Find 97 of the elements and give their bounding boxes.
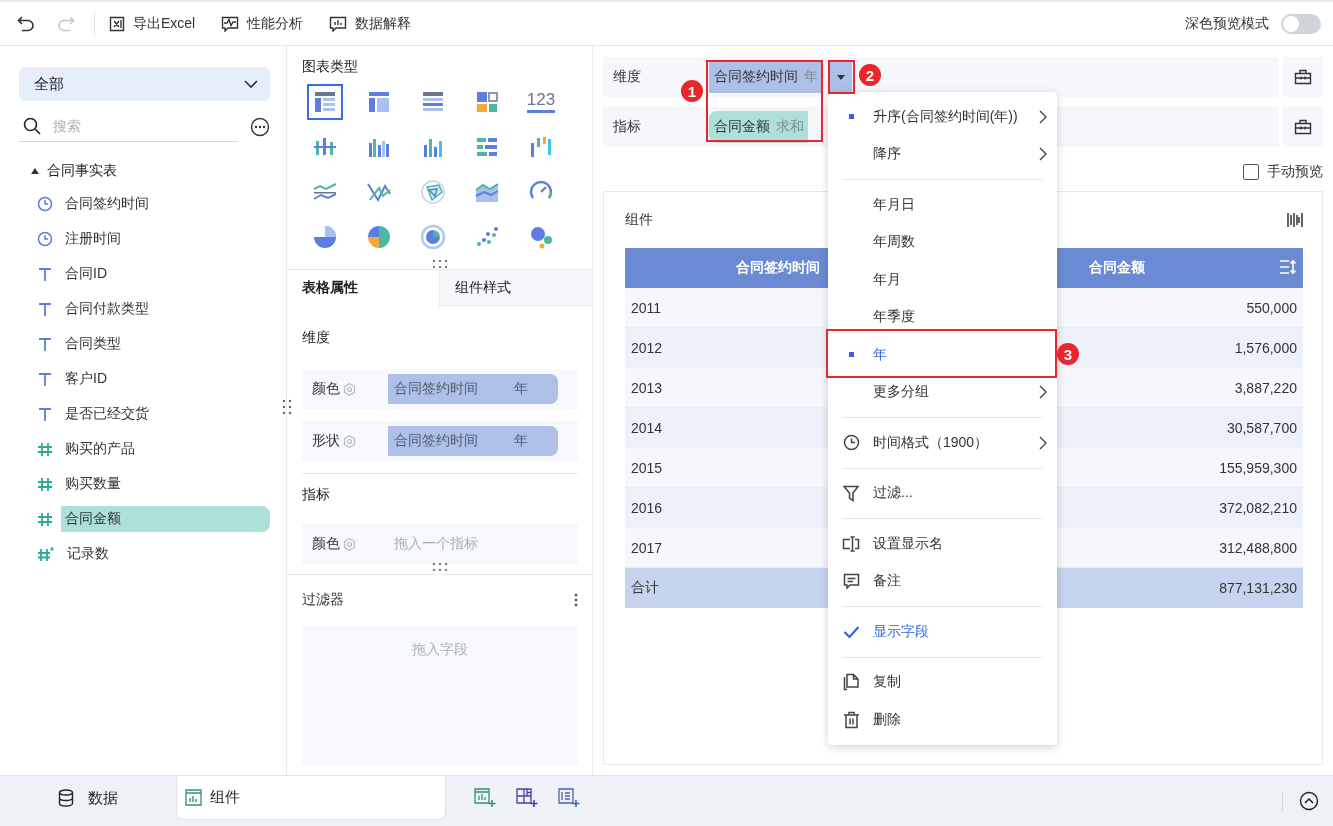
kebab-menu-icon[interactable] <box>574 593 578 607</box>
toolbox-button[interactable] <box>1283 107 1323 147</box>
hash-icon <box>37 440 53 457</box>
check-icon <box>842 624 860 639</box>
drag-handle-icon[interactable] <box>431 259 448 269</box>
field-item[interactable]: 记录数 <box>63 540 270 567</box>
clock-icon <box>842 434 860 452</box>
search-icon <box>23 117 41 135</box>
trash-icon <box>842 710 860 729</box>
clock-icon <box>37 230 53 247</box>
rename-icon <box>842 535 860 552</box>
section-title: 图表类型 <box>301 57 359 76</box>
widget-title: 组件 <box>625 211 653 229</box>
text-type-icon <box>37 405 53 422</box>
more-icon[interactable] <box>250 116 270 137</box>
database-icon <box>58 789 74 807</box>
performance-chart-icon <box>221 15 240 32</box>
chart-type-icon <box>419 178 447 206</box>
toolbar-button[interactable]: 性能分析 <box>221 14 304 33</box>
field-item[interactable]: 合同签约时间 <box>61 190 270 217</box>
field-item[interactable]: 注册时间 <box>61 225 270 252</box>
search-field[interactable]: 搜索 <box>51 117 205 135</box>
shelf-label: 维度 <box>613 68 642 86</box>
dropdown-button[interactable] <box>830 61 852 93</box>
toolbox-button[interactable] <box>1283 57 1323 97</box>
barcode-style-icon[interactable] <box>1287 212 1303 228</box>
property-label: 颜色 <box>312 535 340 553</box>
checkbox-label: 手动预览 <box>1267 163 1323 181</box>
chart-type-icon <box>311 223 339 251</box>
menu-item[interactable]: 复制 <box>828 663 1057 701</box>
clock-icon <box>37 195 53 212</box>
text-type-icon <box>37 370 53 387</box>
section-title: 过滤器 <box>302 591 344 609</box>
field-item[interactable]: 合同付款类型 <box>61 295 270 322</box>
tab[interactable]: 组件样式 <box>439 270 592 306</box>
drag-handle-icon[interactable] <box>431 562 448 572</box>
add-page-icon[interactable] <box>558 788 580 808</box>
chevron-down-icon <box>244 79 258 89</box>
text-type-icon <box>37 335 53 352</box>
section-title: 维度 <box>302 328 331 347</box>
field-item[interactable]: 购买数量 <box>61 470 270 497</box>
menu-item[interactable]: 显示字段 <box>828 613 1057 651</box>
resize-grip-icon[interactable] <box>282 399 292 415</box>
checkbox[interactable] <box>1243 164 1259 180</box>
shelf-label: 指标 <box>613 118 642 136</box>
step-badge: 1 <box>681 80 703 102</box>
property-label: 形状 <box>312 432 340 450</box>
chart-type-icon <box>365 223 393 251</box>
hash-star-icon <box>37 545 55 562</box>
menu-item[interactable]: 年月日 <box>828 186 1057 224</box>
section-title: 指标 <box>302 485 331 504</box>
field-item[interactable]: 合同金额 <box>61 505 270 532</box>
expand-caret-icon[interactable] <box>31 167 39 175</box>
field-chip[interactable]: 合同签约时间 年 <box>388 374 558 404</box>
menu-item[interactable]: 删除 <box>828 701 1057 739</box>
field-item[interactable]: 合同ID <box>61 260 270 287</box>
add-chart-icon[interactable] <box>474 788 496 808</box>
undo-icon <box>17 15 35 32</box>
add-layout-icon[interactable] <box>516 788 538 808</box>
menu-item[interactable]: 降序 <box>828 135 1057 173</box>
field-chip[interactable]: 合同签约时间 年 <box>388 426 558 456</box>
toggle-switch[interactable] <box>1281 13 1321 34</box>
chart-type-button[interactable]: 123 <box>523 84 559 120</box>
field-chip[interactable]: 合同签约时间 年 <box>709 61 822 93</box>
caret-down-icon <box>837 74 845 80</box>
chart-type-button[interactable] <box>307 84 343 120</box>
hash-icon <box>37 510 53 527</box>
field-chip[interactable]: 合同金额 求和 <box>709 111 808 143</box>
field-item[interactable]: 购买的产品 <box>61 435 270 462</box>
scope-dropdown[interactable]: 全部 <box>19 67 270 101</box>
excel-export-icon <box>109 15 125 32</box>
toolbox-icon <box>1294 69 1312 85</box>
table-name[interactable]: 合同事实表 <box>47 162 117 180</box>
chart-widget-icon <box>185 789 202 806</box>
toolbar-button[interactable]: 导出Excel <box>109 14 196 33</box>
redo-icon <box>57 15 75 32</box>
field-item[interactable]: 是否已经交货 <box>61 400 270 427</box>
filter-icon <box>843 484 859 502</box>
field-item[interactable]: 客户ID <box>61 365 270 392</box>
collapse-up-icon[interactable] <box>1299 791 1319 811</box>
toolbar-button[interactable]: 数据解释 <box>329 14 412 33</box>
hash-icon <box>37 475 53 492</box>
bottom-tab[interactable]: 数据 <box>0 776 176 820</box>
text-type-icon <box>37 300 53 317</box>
bottom-tab[interactable]: 组件 <box>176 776 446 820</box>
highlight-frame <box>828 60 855 94</box>
sort-icon[interactable] <box>1279 259 1297 275</box>
copy-icon <box>842 673 860 692</box>
field-item[interactable]: 合同类型 <box>61 330 270 357</box>
chart-type-icon <box>419 223 447 251</box>
text-type-icon <box>37 265 53 282</box>
toolbox-icon <box>1294 119 1312 135</box>
comment-icon <box>842 572 860 590</box>
property-label: 颜色 <box>312 380 340 398</box>
data-explain-icon <box>329 15 348 32</box>
menu-item[interactable]: 升序(合同签约时间(年)) <box>828 98 1057 136</box>
dark-mode-label: 深色预览模式 <box>1185 14 1269 33</box>
